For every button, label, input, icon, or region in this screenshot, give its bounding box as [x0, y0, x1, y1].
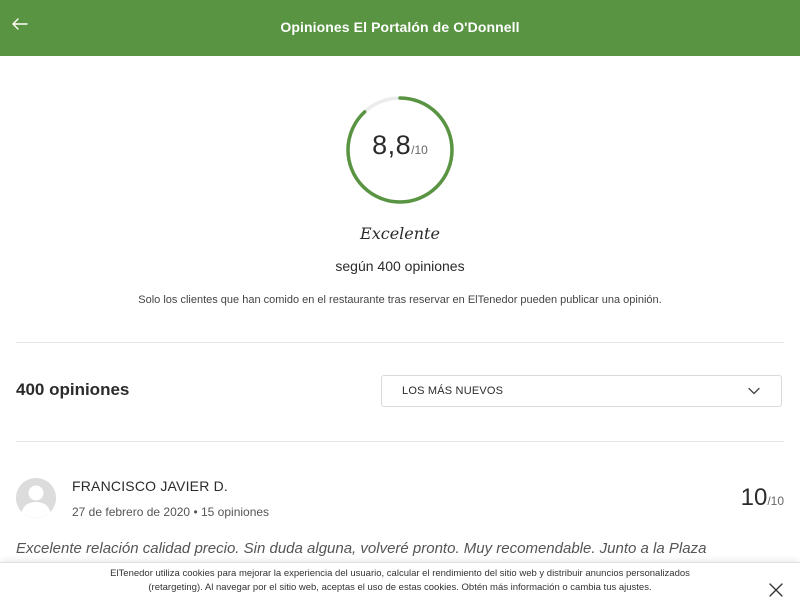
review-date: 27 de febrero de 2020 — [72, 505, 191, 519]
rating-ring: 8,8/10 — [344, 94, 456, 206]
divider — [16, 441, 784, 442]
cookie-text-line: (retargeting). Al navegar por el sitio w… — [148, 582, 652, 593]
review-text: Excelente relación calidad precio. Sin d… — [16, 540, 707, 557]
review-score-scale: /10 — [767, 494, 784, 508]
reviews-count: 400 opiniones — [16, 380, 130, 399]
rating-count: según 400 opiniones — [335, 258, 465, 274]
user-silhouette-icon — [16, 478, 56, 518]
close-icon[interactable] — [768, 582, 784, 598]
page-title: Opiniones El Portalón de O'Donnell — [280, 19, 520, 35]
cookie-text: ElTenedor utiliza cookies para mejorar l… — [60, 567, 740, 595]
reviews-disclaimer: Solo los clientes que han comido en el r… — [138, 294, 662, 306]
reviewer-opinions-count: 15 opiniones — [201, 505, 270, 519]
divider — [16, 342, 784, 343]
rating-label: Excelente — [360, 224, 440, 243]
review-score: 10/10 — [741, 484, 784, 512]
rating-score-value: 8,8 — [372, 130, 412, 160]
sort-selected-value: LOS MÁS NUEVOS — [402, 385, 504, 397]
reviewer-meta: 27 de febrero de 2020 • 15 opiniones — [72, 505, 269, 519]
review-score-value: 10 — [740, 484, 768, 511]
cookie-text-line: ElTenedor utiliza cookies para mejorar l… — [110, 568, 690, 579]
reviewer-name[interactable]: FRANCISCO JAVIER D. — [72, 478, 228, 494]
sort-dropdown[interactable]: LOS MÁS NUEVOS — [381, 375, 782, 407]
app-header: Opiniones El Portalón de O'Donnell — [0, 0, 800, 56]
rating-score: 8,8/10 — [344, 130, 456, 161]
cookie-banner: ElTenedor utiliza cookies para mejorar l… — [0, 562, 800, 601]
meta-separator: • — [193, 505, 201, 519]
avatar[interactable] — [16, 478, 56, 518]
rating-score-scale: /10 — [411, 143, 428, 157]
chevron-down-icon — [748, 387, 760, 395]
